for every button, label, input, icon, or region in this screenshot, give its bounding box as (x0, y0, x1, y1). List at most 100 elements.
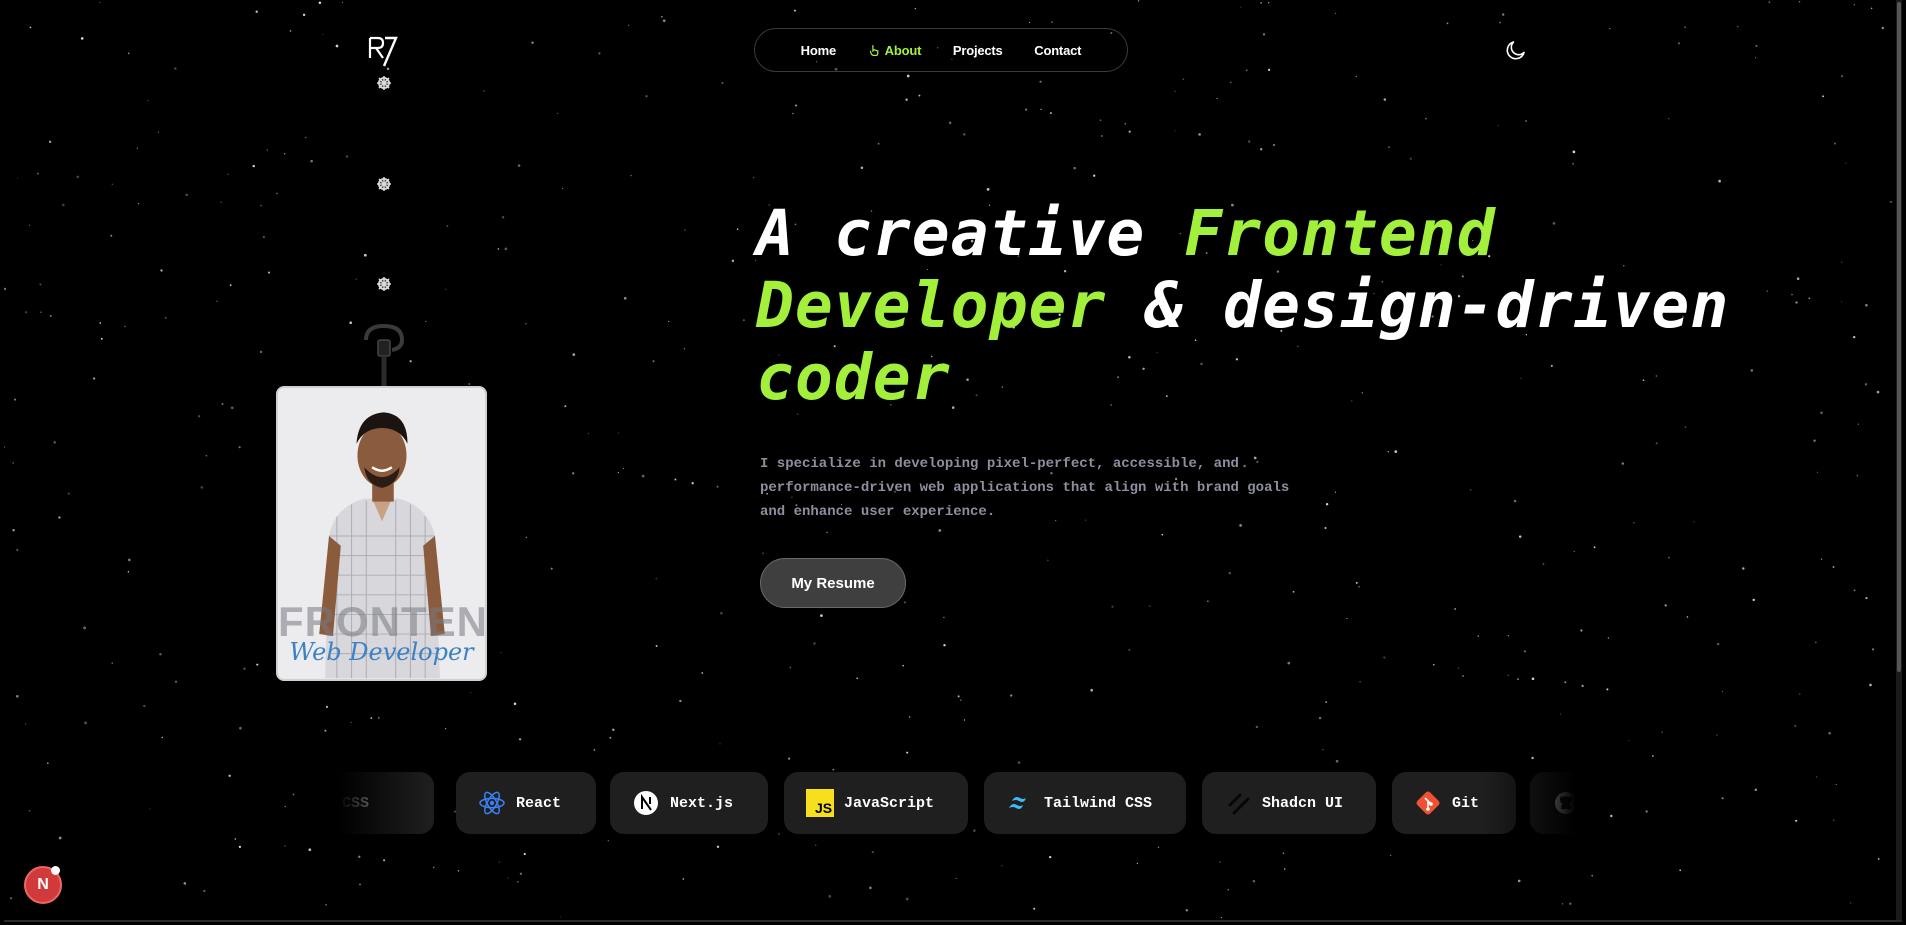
star (517, 880, 519, 883)
skill-label: Git (1452, 794, 1480, 812)
nav-projects[interactable]: Projects (953, 43, 1003, 58)
nav-projects-label: Projects (952, 42, 1003, 58)
star (1655, 442, 1658, 445)
star (1664, 604, 1667, 607)
star (721, 82, 724, 84)
nav-about-label: About (884, 42, 922, 58)
star (325, 903, 327, 906)
svg-text:JS: JS (815, 800, 832, 816)
star (1383, 656, 1386, 659)
star (986, 188, 990, 191)
star (1840, 74, 1844, 78)
star (432, 866, 435, 869)
star (1881, 26, 1885, 30)
star (1562, 903, 1564, 905)
star (1355, 581, 1358, 584)
star (674, 478, 677, 481)
star (1268, 68, 1271, 71)
star (1470, 489, 1472, 491)
star (1816, 471, 1819, 473)
star (1090, 688, 1094, 692)
star (617, 432, 620, 434)
brand-logo[interactable] (364, 32, 404, 72)
nav-home-label: Home (800, 42, 837, 58)
scrollbar-thumb[interactable] (1897, 2, 1901, 672)
star (918, 94, 921, 97)
star (1652, 755, 1654, 757)
skill-chip-nextjs[interactable]: Next.js (610, 772, 768, 834)
nav-about[interactable]: About (868, 42, 922, 58)
star (869, 886, 872, 890)
star (562, 188, 564, 190)
star (1686, 616, 1689, 618)
star (1822, 95, 1825, 98)
star (197, 415, 201, 418)
star (1628, 739, 1630, 742)
star (1425, 118, 1427, 120)
skill-chip-css[interactable]: CSS (322, 772, 434, 834)
star (1073, 166, 1076, 170)
skill-label: CSS (342, 794, 370, 812)
star (136, 147, 138, 149)
star (525, 536, 527, 539)
star (67, 492, 70, 495)
star (58, 516, 61, 519)
star (716, 485, 719, 488)
star (239, 726, 242, 730)
star (908, 716, 911, 718)
resume-button[interactable]: My Resume (760, 558, 906, 608)
star (1661, 731, 1663, 733)
star (200, 486, 204, 489)
star (1262, 33, 1266, 36)
star (160, 269, 163, 272)
skill-chip-tailwind[interactable]: Tailwind CSS (984, 772, 1186, 834)
star (14, 398, 16, 401)
star (230, 406, 234, 410)
skill-chip-shadcn[interactable]: Shadcn UI (1202, 772, 1376, 834)
star (752, 176, 755, 179)
star (719, 743, 721, 745)
star (1099, 119, 1102, 122)
star (1820, 558, 1823, 560)
star (1255, 725, 1259, 729)
nav-contact[interactable]: Contact (1034, 43, 1081, 58)
star (1507, 674, 1509, 676)
star (655, 578, 657, 580)
star (1755, 57, 1757, 59)
star (587, 432, 590, 435)
star (1621, 462, 1625, 465)
skill-chip-javascript[interactable]: JS JavaScript (784, 772, 968, 834)
theme-toggle-button[interactable] (1504, 38, 1528, 62)
nav-home[interactable]: Home (800, 42, 837, 58)
skill-chip-git[interactable]: Git (1392, 772, 1516, 834)
star (284, 845, 286, 847)
skill-chip-react[interactable]: React (456, 772, 596, 834)
star (1051, 21, 1053, 23)
id-badge-card[interactable]: FRONTEND Web Developer (276, 386, 487, 681)
star (1573, 550, 1575, 553)
star (445, 728, 447, 730)
star (1870, 7, 1873, 10)
star (76, 175, 80, 179)
star (308, 848, 312, 852)
skill-chip-github[interactable] (1530, 772, 1592, 834)
star (1580, 629, 1583, 632)
star (557, 112, 559, 115)
star (948, 121, 952, 125)
star (1502, 13, 1505, 16)
star (252, 164, 255, 168)
moon-icon (1506, 41, 1525, 60)
star (1111, 605, 1114, 608)
tailwind-icon (1009, 797, 1026, 809)
star (1768, 1, 1771, 4)
star (1841, 301, 1843, 303)
star (1835, 784, 1837, 785)
star (1334, 12, 1337, 15)
scrollbar[interactable] (1896, 0, 1902, 920)
star (517, 164, 521, 167)
star (1001, 865, 1003, 867)
star (1593, 546, 1596, 549)
star (1849, 902, 1852, 904)
star (183, 882, 187, 885)
star (905, 897, 909, 901)
